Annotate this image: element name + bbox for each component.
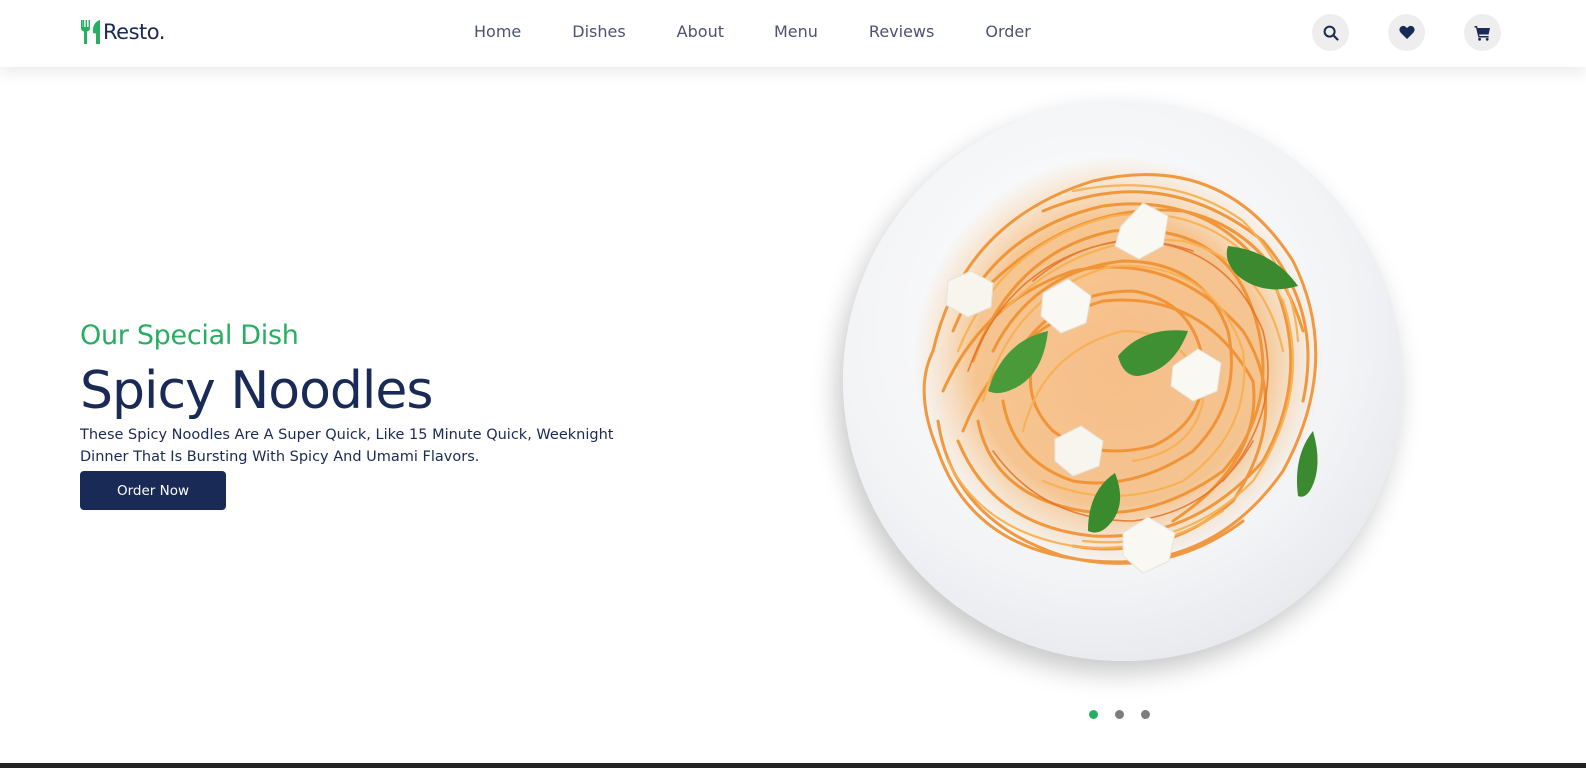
cart-icon bbox=[1474, 25, 1491, 41]
slider-dot-2[interactable] bbox=[1115, 710, 1124, 719]
page-scrollbar[interactable] bbox=[1574, 0, 1586, 768]
brand-logo[interactable]: Resto. bbox=[80, 18, 165, 46]
noodles-illustration bbox=[913, 156, 1323, 574]
brand-name: Resto. bbox=[103, 20, 165, 44]
spaghetti-plate-image bbox=[843, 101, 1403, 661]
slider-dot-3[interactable] bbox=[1141, 710, 1150, 719]
utensils-icon bbox=[80, 18, 102, 46]
cart-button[interactable] bbox=[1464, 14, 1501, 51]
nav-home[interactable]: Home bbox=[474, 20, 521, 44]
slider-dot-1[interactable] bbox=[1089, 710, 1098, 719]
nav-reviews[interactable]: Reviews bbox=[869, 20, 934, 44]
search-icon bbox=[1323, 25, 1339, 41]
nav-menu[interactable]: Menu bbox=[774, 20, 818, 44]
site-header: Resto. Home Dishes About Menu Reviews Or… bbox=[0, 0, 1586, 67]
order-now-button[interactable]: Order Now bbox=[80, 471, 226, 510]
hero-content: Our Special Dish Spicy Noodles These Spi… bbox=[80, 318, 640, 510]
search-button[interactable] bbox=[1312, 14, 1349, 51]
hero-description: These Spicy Noodles Are A Super Quick, L… bbox=[80, 427, 614, 465]
nav-about[interactable]: About bbox=[677, 20, 724, 44]
nav-order[interactable]: Order bbox=[985, 20, 1030, 44]
hero-title: Spicy Noodles bbox=[80, 361, 433, 421]
bottom-edge bbox=[0, 763, 1586, 768]
hero-subtitle: Our Special Dish bbox=[80, 320, 299, 351]
slider-dots bbox=[1089, 710, 1167, 719]
wishlist-button[interactable] bbox=[1388, 14, 1425, 51]
heart-icon bbox=[1398, 25, 1415, 40]
header-icons bbox=[1312, 14, 1501, 51]
main-nav: Home Dishes About Menu Reviews Order bbox=[474, 20, 1031, 44]
nav-dishes[interactable]: Dishes bbox=[572, 20, 625, 44]
page: Resto. Home Dishes About Menu Reviews Or… bbox=[0, 0, 1586, 768]
